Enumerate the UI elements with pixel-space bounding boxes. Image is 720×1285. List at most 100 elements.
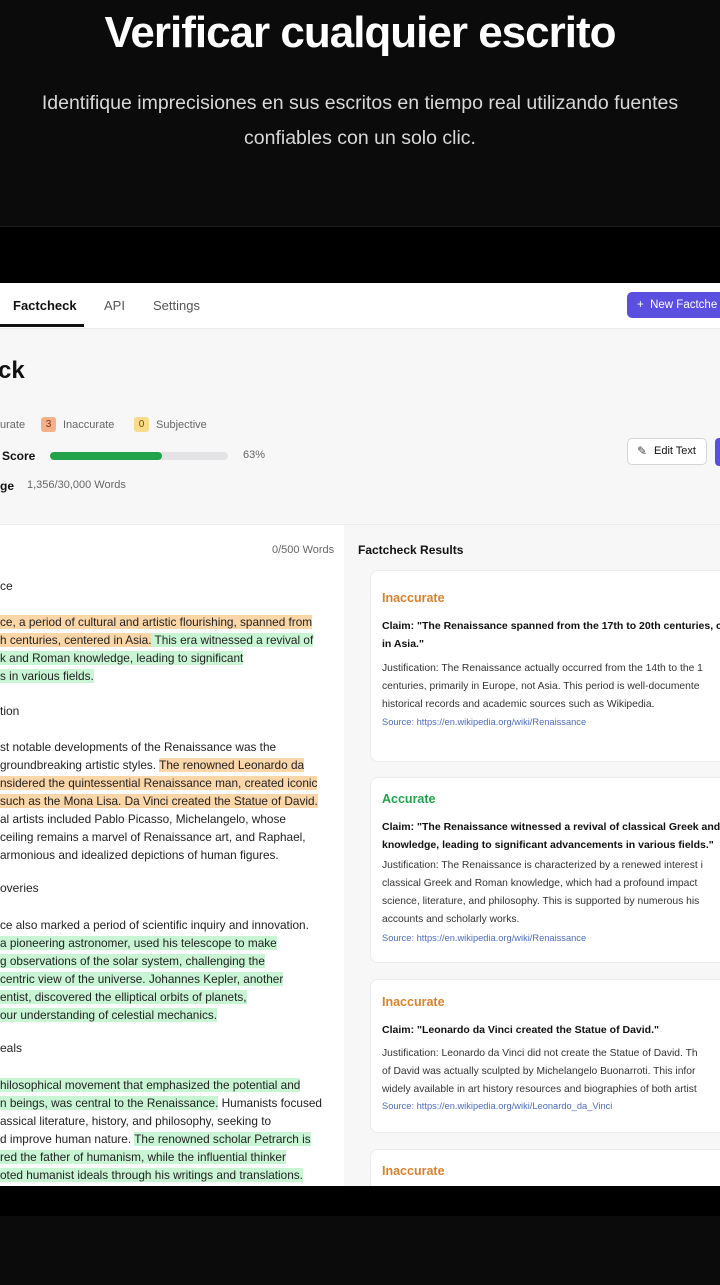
source-link[interactable]: Source: https://en.wikipedia.org/wiki/Re… — [382, 933, 586, 943]
edit-text-button[interactable]: ✎ Edit Text — [627, 438, 707, 465]
editor-line: armonious and idealized depictions of hu… — [0, 847, 279, 863]
tab-settings[interactable]: Settings — [153, 298, 200, 313]
plain-text: assical literature, history, and philoso… — [0, 1114, 272, 1128]
result-card: Inaccurate Claim: "Leonardo da Vinci crea… — [370, 979, 720, 1133]
plain-text: groundbreaking artistic styles. — [0, 758, 160, 772]
result-justification: science, literature, and philosophy. Thi… — [382, 896, 700, 907]
secondary-action-button[interactable] — [715, 438, 720, 466]
inaccurate-highlight: ce, a period of cultural and artistic fl… — [0, 615, 313, 629]
score-progress-fill — [50, 452, 163, 460]
section-heading: eals — [0, 1041, 23, 1055]
result-justification: accounts and scholarly works. — [382, 914, 520, 925]
inaccurate-label: Inaccurate — [63, 419, 115, 431]
bottom-strip — [0, 1186, 720, 1216]
inaccurate-count-badge: 3 — [41, 417, 56, 432]
result-justification: historical records and academic sources … — [382, 699, 655, 710]
inaccurate-highlight: such as the Mona Lisa. Da Vinci created … — [0, 794, 318, 808]
accurate-highlight: hilosophical movement that emphasized th… — [0, 1078, 301, 1092]
section-heading: ce — [0, 579, 13, 593]
result-justification: centuries, primarily in Europe, not Asia… — [382, 681, 700, 692]
plain-text: Humanists focused — [218, 1096, 322, 1110]
result-card: Inaccurate Claim: "The Renaissance spanne… — [370, 570, 720, 762]
editor-line: a pioneering astronomer, used his telesc… — [0, 935, 277, 951]
editor-line: g observations of the solar system, chal… — [0, 953, 265, 969]
plain-text: ce also marked a period of scientific in… — [0, 918, 309, 932]
result-justification: of David was actually sculpted by Michel… — [382, 1066, 696, 1077]
result-status: Inaccurate — [382, 591, 445, 605]
editor-line: oted humanist ideals through his writing… — [0, 1167, 303, 1183]
result-status: Inaccurate — [382, 1164, 445, 1178]
editor-line: nsidered the quintessential Renaissance … — [0, 775, 318, 791]
new-factcheck-label: New Factche — [650, 299, 718, 311]
plain-text: st notable developments of the Renaissan… — [0, 740, 277, 754]
result-claim: Claim: "The Renaissance witnessed a revi… — [382, 821, 720, 833]
section-heading: tion — [0, 704, 20, 718]
tab-factcheck[interactable]: Factcheck — [13, 298, 77, 313]
editor-line: h centuries, centered in Asia. This era … — [0, 632, 314, 648]
accurate-highlight: centric view of the universe. Johannes K… — [0, 972, 284, 986]
dark-strip — [0, 227, 720, 283]
accurate-label: urate — [0, 419, 26, 431]
score-label: Score — [2, 449, 36, 463]
editor-line: our understanding of celestial mechanics… — [0, 1007, 218, 1023]
app-screenshot: Factcheck API Settings + New Factche ck … — [0, 283, 720, 1186]
accurate-highlight: n beings, was central to the Renaissance… — [0, 1096, 219, 1110]
result-status: Inaccurate — [382, 995, 445, 1009]
result-claim: knowledge, leading to significant advanc… — [382, 839, 714, 851]
result-justification: Justification: The Renaissance actually … — [382, 663, 703, 674]
hero-subtitle-line2: confiables con un solo clic. — [244, 127, 476, 149]
inaccurate-highlight: h centuries, centered in Asia. — [0, 633, 152, 647]
accurate-highlight: entist, discovered the elliptical orbits… — [0, 990, 247, 1004]
tab-api[interactable]: API — [104, 298, 125, 313]
result-claim: in Asia." — [382, 638, 424, 650]
plain-text: al artists included Pablo Picasso, Miche… — [0, 812, 286, 826]
edit-text-label: Edit Text — [654, 445, 696, 457]
result-justification: Justification: Leonardo da Vinci did not… — [382, 1048, 698, 1059]
accurate-highlight: This era witnessed a revival of — [151, 633, 314, 647]
source-link[interactable]: Source: https://en.wikipedia.org/wiki/Le… — [382, 1101, 612, 1111]
accurate-highlight: oted humanist ideals through his writing… — [0, 1168, 303, 1182]
editor-line: n beings, was central to the Renaissance… — [0, 1095, 322, 1111]
editor-line: centric view of the universe. Johannes K… — [0, 971, 284, 987]
result-card: Inaccurate — [370, 1149, 720, 1186]
top-navigation: Factcheck API Settings + New Factche — [0, 283, 720, 329]
editor-line: entist, discovered the elliptical orbits… — [0, 989, 247, 1005]
plain-text: ceiling remains a marvel of Renaissance … — [0, 830, 306, 844]
editor-line: st notable developments of the Renaissan… — [0, 739, 276, 755]
footer-area — [0, 1216, 720, 1285]
pencil-icon: ✎ — [637, 444, 648, 458]
editor-line: groundbreaking artistic styles. The reno… — [0, 757, 305, 773]
plus-icon: + — [637, 299, 644, 311]
editor-line: hilosophical movement that emphasized th… — [0, 1077, 301, 1093]
subjective-label: Subjective — [156, 419, 207, 431]
editor-line: such as the Mona Lisa. Da Vinci created … — [0, 793, 318, 809]
editor-line: ceiling remains a marvel of Renaissance … — [0, 829, 306, 845]
accurate-highlight: k and Roman knowledge, leading to signif… — [0, 651, 244, 665]
editor-line: s in various fields. — [0, 668, 94, 684]
result-justification: classical Greek and Roman knowledge, whi… — [382, 878, 698, 889]
hero-subtitle-line1: Identifique imprecisiones en sus escrito… — [41, 92, 679, 114]
editor-line: al artists included Pablo Picasso, Miche… — [0, 811, 286, 827]
editor-line: ce also marked a period of scientific in… — [0, 917, 309, 933]
accurate-highlight: The renowned scholar Petrarch is — [134, 1132, 311, 1146]
source-link[interactable]: Source: https://en.wikipedia.org/wiki/Re… — [382, 717, 586, 727]
score-percent: 63% — [243, 449, 266, 461]
active-tab-indicator — [0, 324, 84, 327]
new-factcheck-button[interactable]: + New Factche — [627, 292, 720, 318]
hero-title: Verificar cualquier escrito — [104, 8, 616, 57]
plain-text: armonious and idealized depictions of hu… — [0, 848, 279, 862]
hero-subtitle: Identifique imprecisiones en sus escrito… — [0, 86, 720, 156]
section-heading: overies — [0, 881, 39, 895]
accurate-highlight: our understanding of celestial mechanics… — [0, 1008, 218, 1022]
result-justification: Justification: The Renaissance is charac… — [382, 860, 703, 871]
result-card: Accurate Claim: "The Renaissance witnesse… — [370, 777, 720, 963]
page-title: ck — [0, 357, 25, 384]
accurate-highlight: a pioneering astronomer, used his telesc… — [0, 936, 277, 950]
editor-line: ce, a period of cultural and artistic fl… — [0, 614, 313, 630]
results-title: Factcheck Results — [358, 543, 464, 557]
word-count: 0/500 Words — [272, 544, 335, 556]
subjective-count-badge: 0 — [134, 417, 149, 432]
result-claim: Claim: "The Renaissance spanned from the… — [382, 620, 720, 632]
result-status: Accurate — [382, 792, 436, 806]
accurate-highlight: s in various fields. — [0, 669, 94, 683]
